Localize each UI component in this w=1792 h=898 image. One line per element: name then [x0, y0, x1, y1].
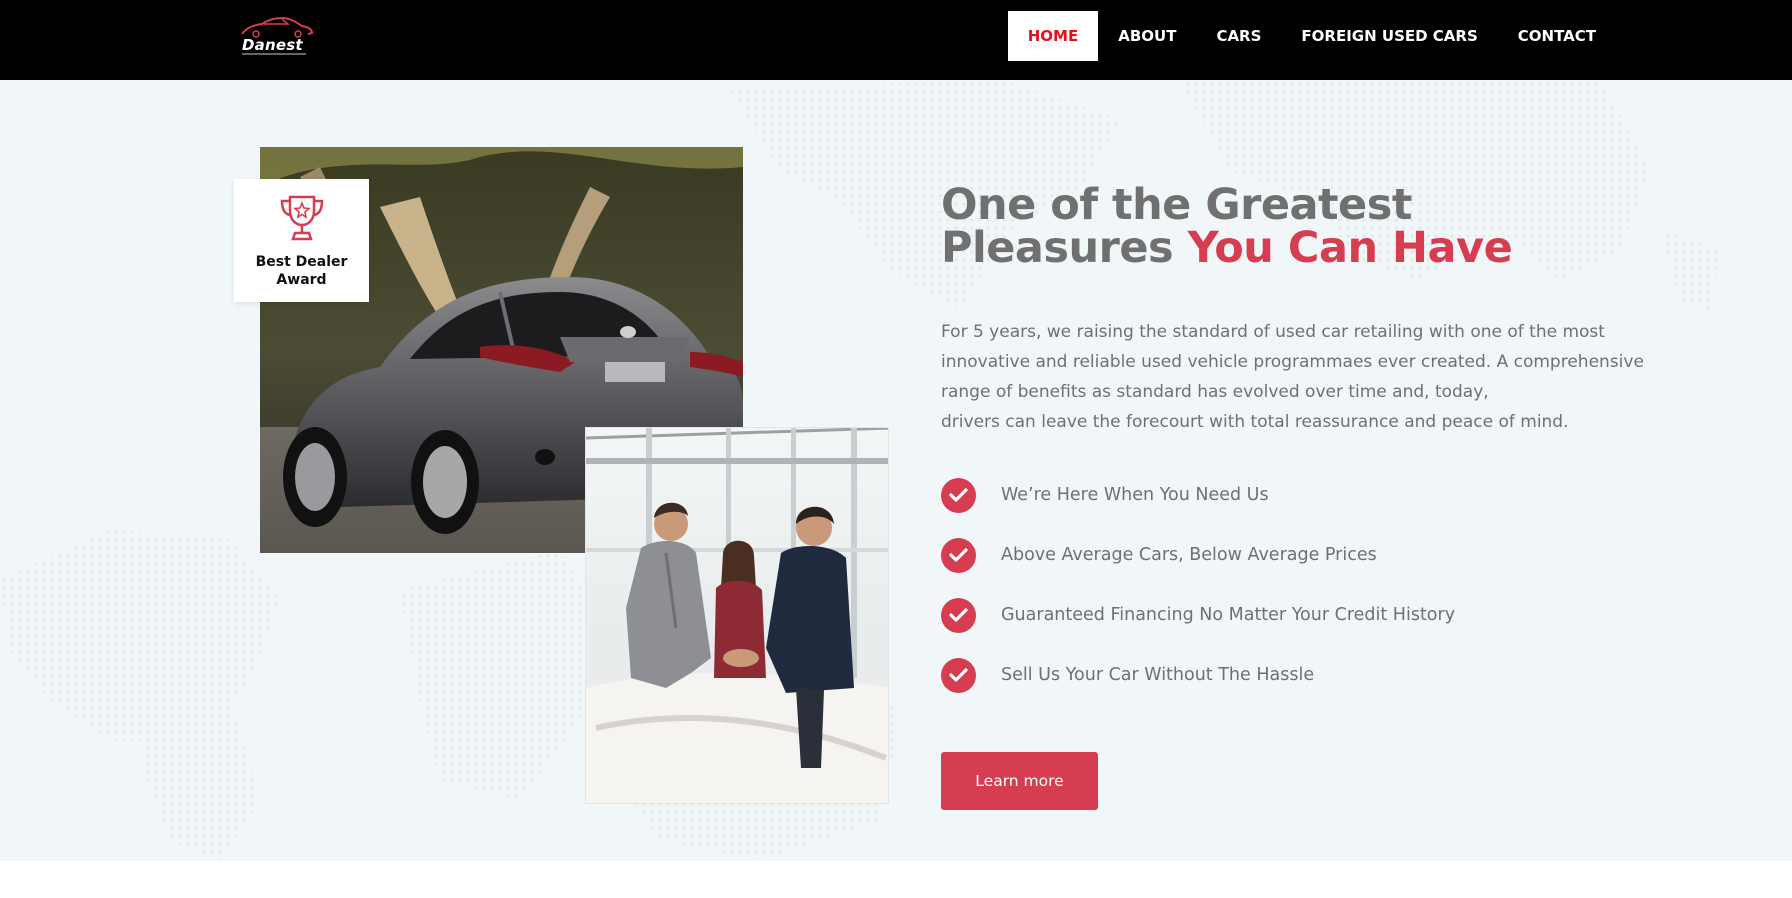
- paragraph-line: drivers can leave the forecourt with tot…: [941, 412, 1569, 432]
- award-label: Best Dealer Award: [234, 253, 369, 289]
- feature-text: Above Average Cars, Below Average Prices: [1001, 545, 1377, 565]
- learn-more-button[interactable]: Learn more: [941, 752, 1098, 810]
- intro-paragraph: For 5 years, we raising the standard of …: [941, 317, 1644, 437]
- check-circle-icon: [941, 658, 976, 693]
- nav-about[interactable]: ABOUT: [1098, 11, 1196, 61]
- nav-contact[interactable]: CONTACT: [1498, 11, 1616, 61]
- heading-line-2-accent: You Can Have: [1187, 223, 1513, 273]
- dealership-handshake-photo: [585, 427, 889, 804]
- heading-line-2-plain: Pleasures: [941, 223, 1188, 273]
- car-logo-icon: [241, 16, 314, 38]
- feature-item: Sell Us Your Car Without The Hassle: [941, 658, 1641, 718]
- award-line-2: Award: [276, 272, 327, 288]
- features-list: We’re Here When You Need Us Above Averag…: [941, 478, 1641, 718]
- logo-text: Danest: [242, 36, 303, 54]
- feature-item: Above Average Cars, Below Average Prices: [941, 538, 1641, 598]
- feature-text: We’re Here When You Need Us: [1001, 485, 1269, 505]
- nav-foreign-used-cars[interactable]: FOREIGN USED CARS: [1281, 11, 1497, 61]
- nav-home[interactable]: HOME: [1007, 11, 1099, 61]
- best-dealer-award-badge: Best Dealer Award: [234, 179, 369, 302]
- about-hero-section: Best Dealer Award One of the Greatest Pl…: [0, 80, 1792, 861]
- feature-item: Guaranteed Financing No Matter Your Cred…: [941, 598, 1641, 658]
- nav-cars[interactable]: CARS: [1196, 11, 1281, 61]
- check-circle-icon: [941, 538, 976, 573]
- feature-text: Guaranteed Financing No Matter Your Cred…: [1001, 605, 1456, 625]
- check-circle-icon: [941, 598, 976, 633]
- check-circle-icon: [941, 478, 976, 513]
- site-logo[interactable]: Danest: [238, 14, 314, 58]
- paragraph-line: innovative and reliable used vehicle pro…: [941, 352, 1644, 372]
- section-heading: One of the Greatest Pleasures You Can Ha…: [941, 184, 1641, 270]
- logo-tagline-bar: [242, 53, 306, 55]
- trophy-icon: [280, 195, 324, 241]
- feature-item: We’re Here When You Need Us: [941, 478, 1641, 538]
- paragraph-line: For 5 years, we raising the standard of …: [941, 322, 1605, 342]
- paragraph-line: range of benefits as standard has evolve…: [941, 382, 1489, 402]
- top-navbar: Danest HOME ABOUT CARS FOREIGN USED CARS…: [0, 0, 1792, 80]
- feature-text: Sell Us Your Car Without The Hassle: [1001, 665, 1315, 685]
- award-line-1: Best Dealer: [255, 254, 348, 270]
- main-menu: HOME ABOUT CARS FOREIGN USED CARS CONTAC…: [1007, 11, 1616, 61]
